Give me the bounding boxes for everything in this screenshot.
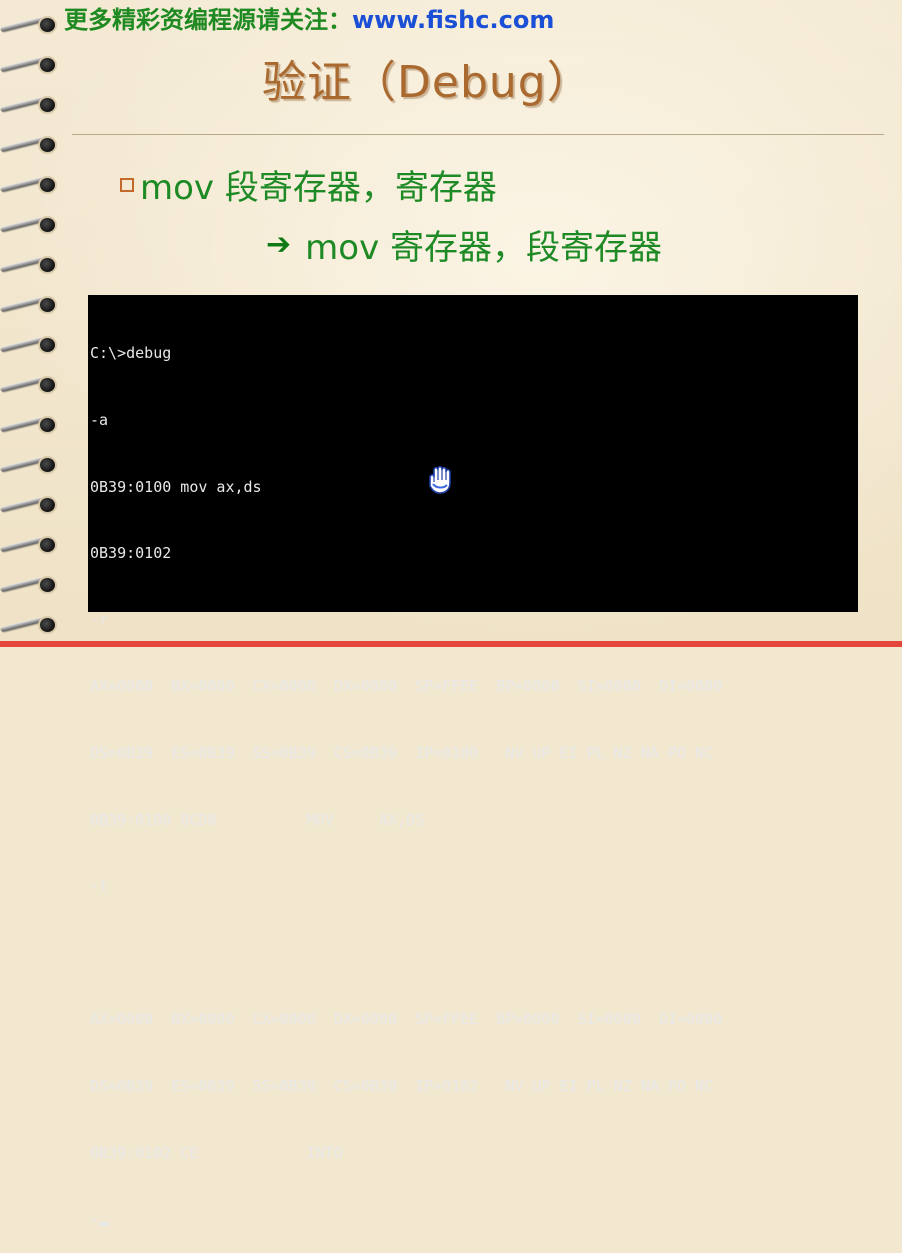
binding-wire: [0, 176, 44, 193]
binding-wire: [0, 16, 44, 33]
binding-ring: [0, 374, 62, 396]
binding-ring: [0, 294, 62, 316]
binding-hole: [40, 338, 55, 352]
binding-wire: [0, 56, 44, 73]
binding-wire: [0, 616, 44, 633]
spiral-binding: [0, 0, 64, 647]
hand-pointer-icon: [429, 465, 451, 494]
binding-ring: [0, 494, 62, 516]
binding-ring: [0, 94, 62, 116]
binding-hole: [40, 298, 55, 312]
binding-hole: [40, 58, 55, 72]
console-line: AX=0000 BX=0000 CX=0000 DX=0000 SP=FFEE …: [90, 677, 723, 696]
follow-text: 更多精彩资编程源请关注：: [64, 6, 352, 34]
binding-hole: [40, 618, 55, 632]
console-prompt: -: [90, 1210, 100, 1229]
binding-ring: [0, 174, 62, 196]
binding-ring: [0, 214, 62, 236]
console-line: DS=0B39 ES=0B39 SS=0B39 CS=0B39 IP=0102 …: [90, 1076, 714, 1095]
title-divider: [72, 134, 884, 135]
right-arrow-icon: ➔: [266, 227, 292, 262]
binding-ring: [0, 254, 62, 276]
bullet-text: mov 段寄存器，寄存器: [140, 168, 497, 208]
binding-hole: [40, 458, 55, 472]
binding-hole: [40, 498, 55, 512]
text-cursor: [99, 1222, 110, 1227]
debug-console[interactable]: C:\>debug -a 0B39:0100 mov ax,ds 0B39:01…: [88, 295, 858, 1228]
console-line: 0B39:0100 mov ax,ds: [90, 477, 262, 496]
binding-hole: [40, 258, 55, 272]
binding-hole: [40, 578, 55, 592]
follow-banner: 更多精彩资编程源请关注：www.fishc.com: [64, 0, 554, 35]
binding-hole: [40, 178, 55, 192]
binding-ring: [0, 414, 62, 436]
console-line: AX=0000 BX=0000 CX=0000 DX=0000 SP=FFEE …: [90, 1010, 723, 1029]
binding-wire: [0, 376, 44, 393]
bullet-item: mov 段寄存器，寄存器: [120, 160, 497, 209]
binding-ring: [0, 14, 62, 36]
site-link[interactable]: www.fishc.com: [352, 6, 554, 34]
binding-ring: [0, 134, 62, 156]
console-line: C:\>debug: [90, 344, 172, 363]
arrow-item: ➔ mov 寄存器，段寄存器: [266, 220, 662, 269]
binding-ring: [0, 334, 62, 356]
binding-wire: [0, 536, 44, 553]
binding-wire: [0, 96, 44, 113]
console-line: -a: [90, 411, 109, 429]
binding-hole: [40, 418, 55, 432]
console-line: 0B39:0102 CE INTO: [90, 1143, 343, 1162]
binding-wire: [0, 416, 44, 433]
binding-wire: [0, 456, 44, 473]
binding-wire: [0, 136, 44, 153]
binding-hole: [40, 538, 55, 552]
binding-wire: [0, 216, 44, 233]
binding-hole: [40, 378, 55, 392]
binding-wire: [0, 336, 44, 353]
binding-ring: [0, 574, 62, 596]
binding-ring: [0, 614, 62, 636]
slide-title: 验证（Debug）: [262, 57, 592, 108]
binding-hole: [40, 98, 55, 112]
console-line: DS=0B39 ES=0B39 SS=0B39 CS=0B39 IP=0100 …: [90, 743, 714, 762]
binding-wire: [0, 256, 44, 273]
binding-ring: [0, 534, 62, 556]
binding-ring: [0, 54, 62, 76]
console-prompt-line[interactable]: -: [90, 1208, 858, 1230]
binding-ring: [0, 454, 62, 476]
bottom-bar: [0, 641, 902, 647]
arrow-item-text: mov 寄存器，段寄存器: [305, 228, 662, 268]
console-line: -t: [90, 877, 109, 896]
console-line: 0B39:0100 8CD8 MOV AX,DS: [90, 810, 425, 829]
binding-wire: [0, 576, 44, 593]
square-bullet-icon: [120, 177, 134, 192]
binding-hole: [40, 138, 55, 152]
console-line: -r: [90, 610, 109, 629]
binding-hole: [40, 18, 55, 32]
binding-hole: [40, 218, 55, 232]
binding-wire: [0, 496, 44, 513]
binding-wire: [0, 296, 44, 313]
console-line: 0B39:0102: [90, 544, 172, 563]
